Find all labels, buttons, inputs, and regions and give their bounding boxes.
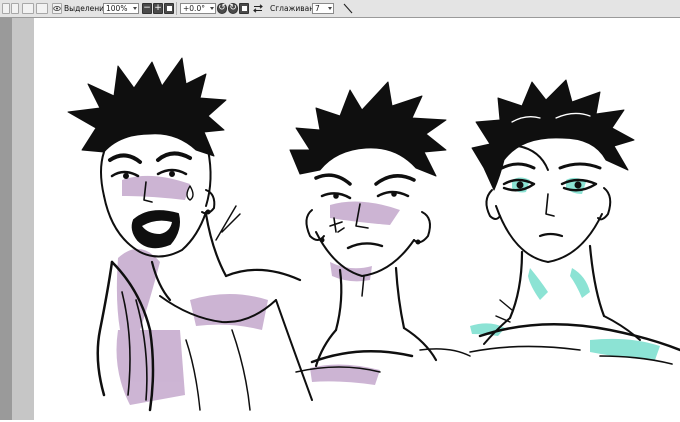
blank-square-icon[interactable]: [11, 3, 19, 14]
blank-square-icon[interactable]: [2, 3, 10, 14]
sketch-artwork: [67, 57, 680, 412]
zoom-in-icon[interactable]: +: [153, 3, 163, 14]
blank-square-icon[interactable]: [22, 3, 34, 14]
rotate-reset-icon[interactable]: [239, 3, 249, 14]
zoom-field[interactable]: 100%: [103, 3, 139, 14]
zoom-out-icon[interactable]: −: [142, 3, 152, 14]
rotate-ccw-icon[interactable]: ↺: [217, 3, 227, 14]
selection-label: Выделение: [64, 4, 109, 13]
zoom-value: 100%: [106, 4, 128, 13]
smoothing-field[interactable]: 7: [312, 3, 334, 14]
smoothing-value: 7: [315, 4, 320, 13]
pen-nib-icon[interactable]: [342, 3, 354, 14]
left-panel-edge: [0, 18, 12, 420]
flip-horizontal-icon[interactable]: [253, 3, 263, 14]
drawing-canvas[interactable]: [34, 18, 680, 420]
character-right: [469, 79, 680, 365]
left-panel: [12, 18, 34, 420]
angle-field[interactable]: +0.0°: [180, 3, 216, 14]
zoom-fit-icon[interactable]: [164, 3, 174, 14]
blank-square-icon[interactable]: [36, 3, 48, 14]
character-middle: [289, 81, 471, 373]
rotate-cw-icon[interactable]: ↻: [228, 3, 238, 14]
character-left: [67, 57, 313, 412]
visibility-eye-icon[interactable]: [52, 3, 62, 14]
angle-value: +0.0°: [183, 4, 205, 13]
toolbar: Выделение 100% − + +0.0° ↺ ↻ Сглаживание…: [0, 0, 680, 18]
